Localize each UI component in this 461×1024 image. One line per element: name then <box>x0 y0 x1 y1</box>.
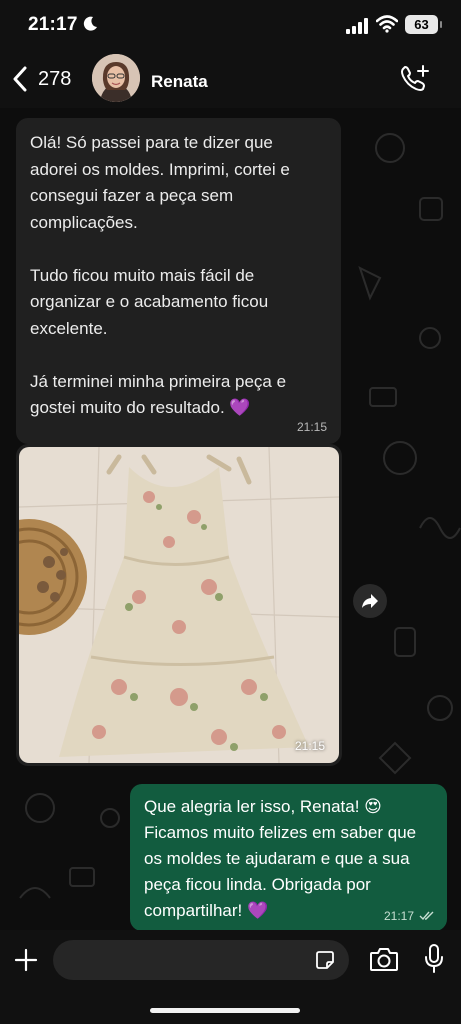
avatar[interactable] <box>92 54 140 102</box>
status-bar: 21:17 63 <box>0 0 461 50</box>
message-timestamp: 21:15 <box>296 420 327 434</box>
home-indicator <box>150 1008 300 1013</box>
dress-photo[interactable]: 21:15 <box>19 447 339 763</box>
outgoing-message[interactable]: Que alegria ler isso, Renata! 😍 Ficamos … <box>130 784 447 930</box>
chat-header: 278 Renata <box>0 50 461 108</box>
camera-icon[interactable] <box>369 946 399 972</box>
forward-icon <box>362 594 378 608</box>
microphone-icon[interactable] <box>424 944 444 974</box>
back-button[interactable]: 278 <box>12 64 72 94</box>
signal-icon <box>346 18 368 34</box>
incoming-message[interactable]: Olá! Só passei para te dizer que adorei … <box>16 118 341 444</box>
forward-button[interactable] <box>353 584 387 618</box>
incoming-message-text: Olá! Só passei para te dizer que adorei … <box>30 133 290 417</box>
read-receipt-icon <box>419 911 434 921</box>
add-call-icon[interactable] <box>398 64 430 94</box>
battery-indicator: 63 <box>405 15 442 34</box>
outgoing-message-text: Que alegria ler isso, Renata! 😍 Ficamos … <box>144 797 417 920</box>
outgoing-message-meta: 21:17 <box>384 909 435 923</box>
message-timestamp: 21:17 <box>383 909 414 923</box>
wifi-icon <box>376 15 398 33</box>
composer-bar <box>0 930 461 1024</box>
unread-count: 278 <box>38 67 72 90</box>
chat-area[interactable]: Olá! Só passei para te dizer que adorei … <box>0 108 461 930</box>
plus-icon[interactable] <box>14 948 38 972</box>
moon-icon <box>83 16 97 31</box>
contact-name[interactable]: Renata <box>151 72 208 92</box>
message-input[interactable] <box>53 940 349 980</box>
message-timestamp: 21:15 <box>294 739 325 753</box>
status-time: 21:17 <box>28 14 78 35</box>
sticker-icon[interactable] <box>315 950 335 970</box>
chevron-left-icon <box>13 66 27 92</box>
incoming-image-message[interactable]: 21:15 <box>16 444 342 766</box>
